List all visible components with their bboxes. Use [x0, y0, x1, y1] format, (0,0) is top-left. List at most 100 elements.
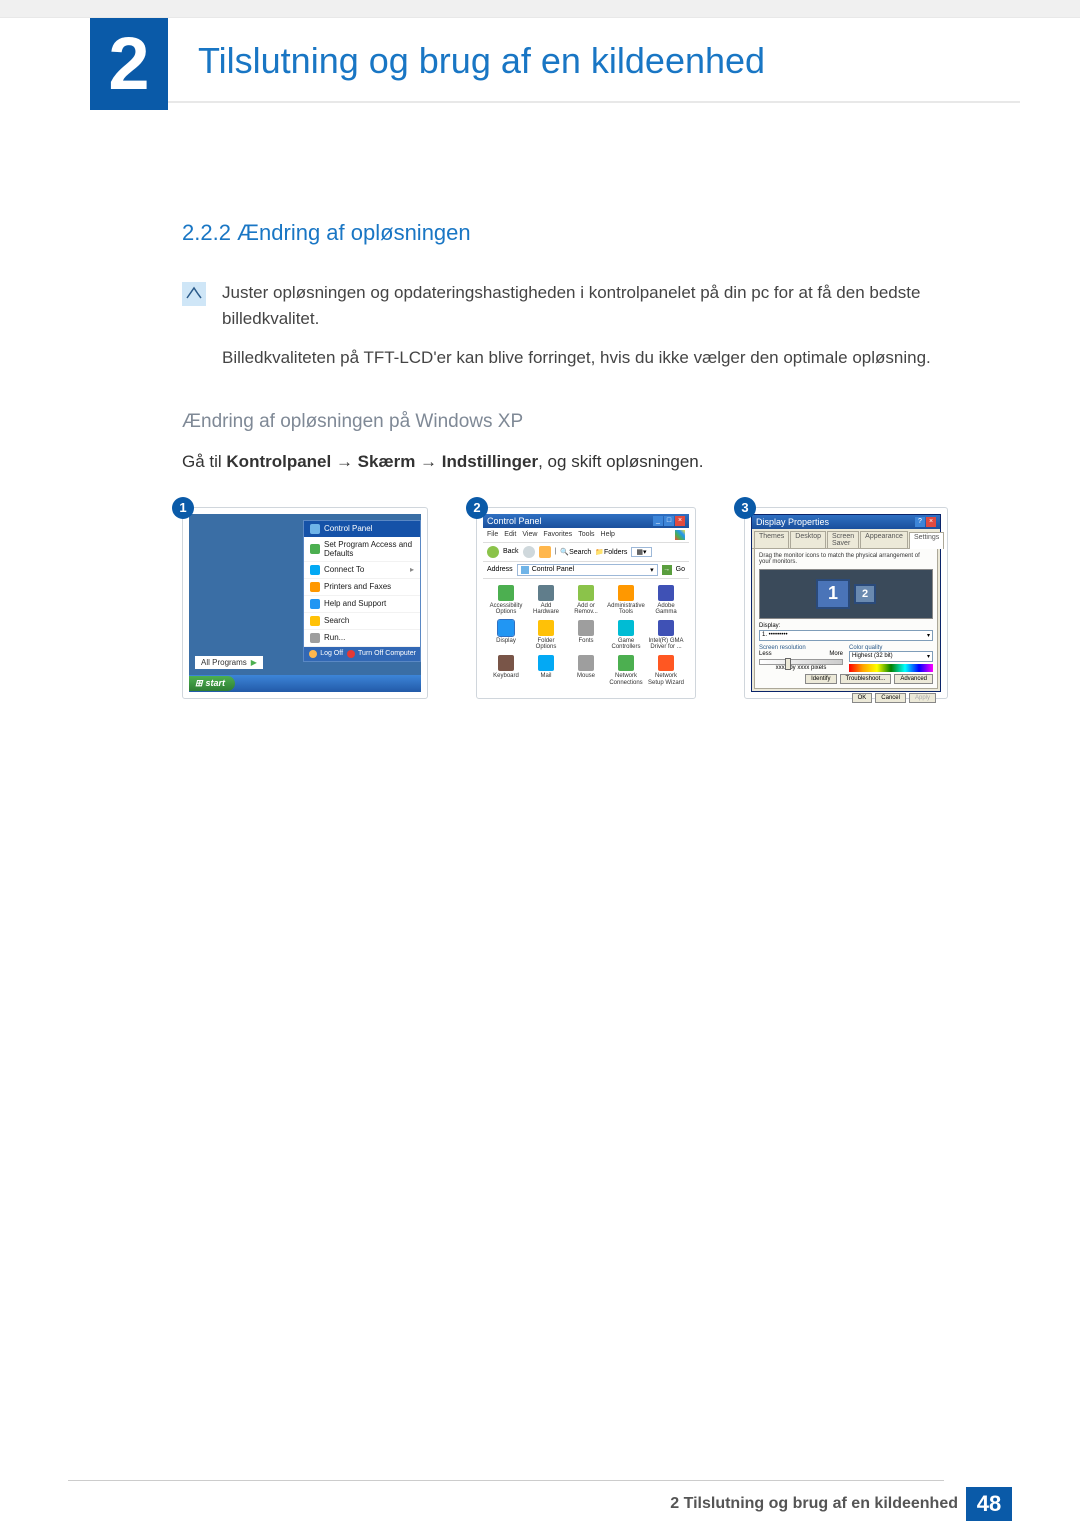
cp-icon-fonts[interactable]: Fonts — [567, 620, 605, 651]
color-group: Color quality Highest (32 bit) ▾ — [849, 645, 933, 672]
icon-label: Administrative Tools — [607, 603, 645, 616]
window-title: Display Properties — [756, 517, 829, 527]
screenshot-2: 2 Control Panel _ □ × File — [476, 507, 696, 699]
monitor-2[interactable]: 2 — [854, 584, 876, 604]
monitor-arranger[interactable]: 1 2 — [759, 569, 933, 619]
display-properties-window: Display Properties ? × Themes Desktop Sc… — [751, 514, 941, 692]
menu-item-connect-to[interactable]: Connect To ▸ — [304, 562, 420, 579]
color-dropdown[interactable]: Highest (32 bit) ▾ — [849, 651, 933, 662]
footer-text: 2 Tilslutning og brug af en kildeenhed — [670, 1495, 958, 1513]
screenshot-3: 3 Display Properties ? × Themes Deskt — [744, 507, 948, 699]
cp-icon-mouse[interactable]: Mouse — [567, 655, 605, 686]
address-field[interactable]: Control Panel ▾ — [517, 564, 658, 576]
log-off-button[interactable]: Log Off — [309, 650, 343, 658]
folders-button[interactable]: 📁Folders — [595, 548, 627, 556]
menu-edit[interactable]: Edit — [504, 531, 516, 538]
search-icon — [310, 616, 320, 626]
cp-icon-game-controllers[interactable]: Game Controllers — [607, 620, 645, 651]
subsection: Ændring af opløsningen på Windows XP Gå … — [182, 411, 970, 475]
app-icon — [618, 585, 634, 601]
all-programs-item[interactable]: All Programs ▶ — [195, 656, 263, 669]
troubleshoot-button[interactable]: Troubleshoot... — [840, 674, 892, 684]
cp-icon-folder-options[interactable]: Folder Options — [527, 620, 565, 651]
help-button[interactable]: ? — [915, 517, 925, 527]
cp-icon-keyboard[interactable]: Keyboard — [487, 655, 525, 686]
connect-to-label: Connect To — [324, 565, 364, 574]
up-button[interactable] — [539, 546, 551, 558]
screenshots-row: 1 Control Panel Set Program Access and D… — [182, 507, 970, 699]
content-area: 2.2.2 Ændring af opløsningen Juster oplø… — [0, 110, 1080, 699]
minimize-button[interactable]: _ — [653, 516, 663, 526]
resolution-value: xxxx by xxxx pixels — [759, 665, 843, 671]
menu-item-help[interactable]: Help and Support — [304, 596, 420, 613]
app-icon — [498, 655, 514, 671]
menu-item-set-program[interactable]: Set Program Access and Defaults — [304, 537, 420, 562]
control-panel-window: Control Panel _ □ × File Edit View Favor — [483, 514, 689, 692]
note-line-2: Billedkvaliteten på TFT-LCD'er kan blive… — [222, 345, 970, 371]
control-panel-icon — [310, 524, 320, 534]
less-label: Less — [759, 651, 772, 657]
cancel-button[interactable]: Cancel — [875, 693, 906, 703]
close-button[interactable]: × — [926, 517, 936, 527]
chevron-down-icon: ▾ — [927, 653, 930, 660]
menu-item-printers[interactable]: Printers and Faxes — [304, 579, 420, 596]
cp-icon-administrative-tools[interactable]: Administrative Tools — [607, 585, 645, 616]
app-icon — [578, 655, 594, 671]
page-number: 48 — [966, 1487, 1012, 1521]
icon-label: Add Hardware — [527, 603, 565, 616]
ok-button[interactable]: OK — [852, 693, 873, 703]
display-value: 1. ••••••••• — [762, 632, 788, 639]
menu-item-control-panel[interactable]: Control Panel — [304, 521, 420, 537]
menu-help[interactable]: Help — [601, 531, 615, 538]
app-icon — [538, 655, 554, 671]
menu-item-search[interactable]: Search — [304, 613, 420, 630]
dialog-buttons: OK Cancel Apply — [752, 691, 940, 705]
maximize-button[interactable]: □ — [664, 516, 674, 526]
advanced-button[interactable]: Advanced — [894, 674, 933, 684]
search-button[interactable]: 🔍Search — [560, 548, 591, 556]
tab-desktop[interactable]: Desktop — [790, 531, 826, 548]
go-button[interactable]: → — [662, 565, 672, 575]
monitor-1[interactable]: 1 — [816, 579, 850, 609]
window-title: Control Panel — [487, 516, 542, 526]
icon-label: Fonts — [578, 638, 593, 645]
menu-tools[interactable]: Tools — [578, 531, 594, 538]
set-program-icon — [310, 544, 320, 554]
app-icon — [618, 620, 634, 636]
cp-icon-network-setup-wizard[interactable]: Network Setup Wizard — [647, 655, 685, 686]
app-icon — [658, 620, 674, 636]
forward-button[interactable] — [523, 546, 535, 558]
windows-logo-icon: ⊞ — [195, 678, 203, 689]
menu-file[interactable]: File — [487, 531, 498, 538]
menu-view[interactable]: View — [522, 531, 537, 538]
cp-icon-intel-r-gma-driver-for-[interactable]: Intel(R) GMA Driver for ... — [647, 620, 685, 651]
cp-icon-network-connections[interactable]: Network Connections — [607, 655, 645, 686]
tab-screensaver[interactable]: Screen Saver — [827, 531, 859, 548]
resolution-slider[interactable] — [759, 659, 843, 665]
menu-favorites[interactable]: Favorites — [543, 531, 572, 538]
address-value: Control Panel — [532, 566, 574, 573]
display-dropdown[interactable]: 1. ••••••••• ▾ — [759, 630, 933, 641]
identify-button[interactable]: Identify — [805, 674, 836, 684]
views-button[interactable]: ▦▾ — [631, 547, 651, 557]
start-button[interactable]: ⊞ start — [189, 676, 235, 691]
close-button[interactable]: × — [675, 516, 685, 526]
back-button[interactable] — [487, 546, 499, 558]
turn-off-button[interactable]: Turn Off Computer — [347, 650, 416, 658]
menu-item-run[interactable]: Run... — [304, 630, 420, 647]
cp-icon-add-or-remov-[interactable]: Add or Remov... — [567, 585, 605, 616]
cp-icon-adobe-gamma[interactable]: Adobe Gamma — [647, 585, 685, 616]
app-icon — [498, 620, 514, 636]
cp-icon-mail[interactable]: Mail — [527, 655, 565, 686]
app-icon — [578, 620, 594, 636]
screenshot-1: 1 Control Panel Set Program Access and D… — [182, 507, 428, 699]
cp-icon-accessibility-options[interactable]: Accessibility Options — [487, 585, 525, 616]
more-label: More — [829, 651, 843, 657]
cp-icon-add-hardware[interactable]: Add Hardware — [527, 585, 565, 616]
tab-appearance[interactable]: Appearance — [860, 531, 908, 548]
tab-settings[interactable]: Settings — [909, 532, 944, 549]
tab-themes[interactable]: Themes — [754, 531, 789, 548]
start-label: start — [206, 678, 226, 688]
cp-icon-display[interactable]: Display — [487, 620, 525, 651]
apply-button[interactable]: Apply — [909, 693, 936, 703]
